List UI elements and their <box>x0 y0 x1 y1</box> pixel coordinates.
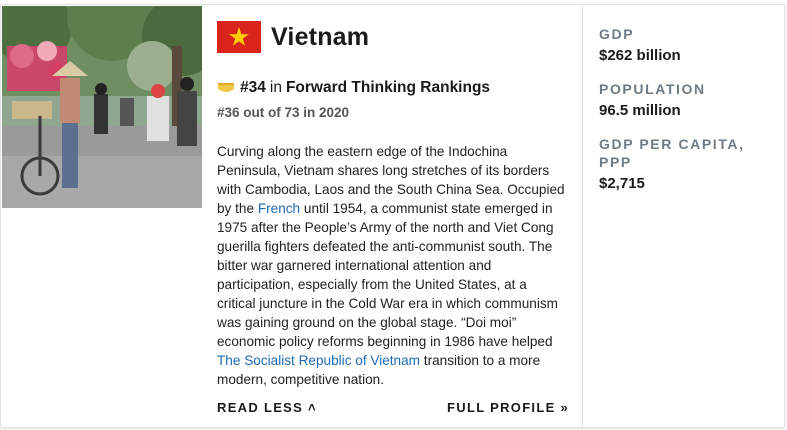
vietnam-flag-icon <box>217 21 261 53</box>
link-socialist-republic[interactable]: The Socialist Republic of Vietnam <box>217 353 420 368</box>
stat-label: POPULATION <box>599 81 706 97</box>
link-french[interactable]: French <box>258 201 300 216</box>
full-profile-button[interactable]: FULL PROFILE » <box>447 400 569 415</box>
previous-ranking: #36 out of 73 in 2020 <box>217 105 350 120</box>
ranking-row: #34 in Forward Thinking Rankings <box>217 79 569 97</box>
stat-gdp: GDP $262 billion <box>599 25 769 64</box>
ranking-name: Forward Thinking Rankings <box>285 79 491 96</box>
stat-value: $262 billion <box>599 47 681 64</box>
stat-value: 96.5 million <box>599 102 681 119</box>
stat-label: GDP <box>599 26 635 42</box>
country-description: Curving along the eastern edge of the In… <box>217 142 569 389</box>
country-name: Vietnam <box>271 22 370 51</box>
stat-value: $2,715 <box>599 175 645 192</box>
stat-gdp-per-capita: GDP PER CAPITA, PPP $2,715 <box>599 135 769 192</box>
column-divider <box>582 5 583 427</box>
title-row: Vietnam <box>217 17 569 57</box>
country-card: Vietnam #34 in Forward Thinking Rankings… <box>0 4 785 428</box>
stat-label: GDP PER CAPITA, PPP <box>599 136 745 170</box>
read-less-button[interactable]: READ LESS ˄ <box>217 400 317 415</box>
medal-icon <box>218 83 234 92</box>
card-actions: READ LESS ˄ FULL PROFILE » <box>217 400 569 415</box>
rank-number: #34 <box>240 79 266 96</box>
stat-population: POPULATION 96.5 million <box>599 80 769 119</box>
description-text-2: until 1954, a communist state emerged in… <box>217 201 558 349</box>
country-photo <box>2 6 202 208</box>
country-main: Vietnam #34 in Forward Thinking Rankings… <box>217 17 569 415</box>
stats-panel: GDP $262 billion POPULATION 96.5 million… <box>599 25 769 208</box>
rank-connector: in <box>269 79 282 96</box>
